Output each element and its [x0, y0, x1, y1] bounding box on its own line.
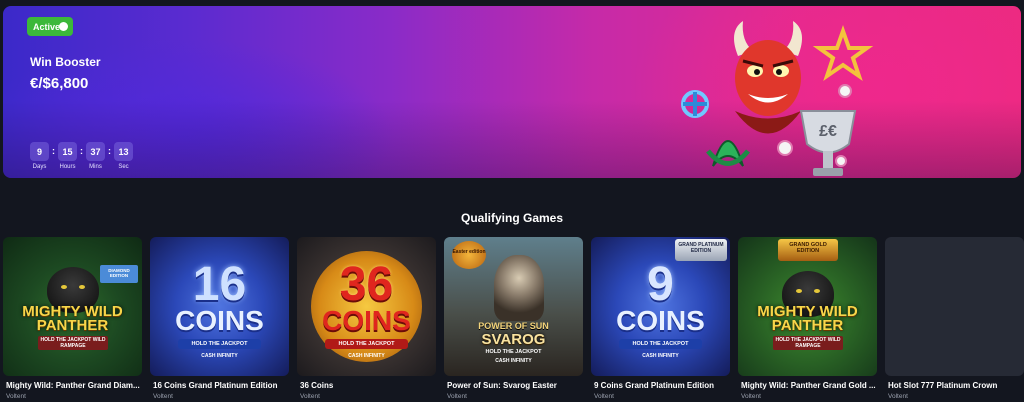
game-thumbnail[interactable]: 16 COINS HOLD THE JACKPOT CASH INFINITY	[150, 237, 289, 376]
star-icon	[812, 24, 874, 82]
edition-tag: DIAMOND EDITION	[100, 265, 138, 283]
game-provider: Voltent	[153, 393, 173, 400]
countdown-label: Sec	[118, 164, 129, 170]
countdown-separator: :	[108, 146, 111, 156]
countdown-hours: 15 Hours	[58, 142, 77, 170]
knot-icon	[706, 140, 750, 167]
medal-icon	[835, 155, 847, 167]
game-provider: Voltent	[888, 393, 908, 400]
qualifying-games-list: DIAMOND EDITION MIGHTY WILD PANTHER HOLD…	[3, 237, 1024, 400]
game-title[interactable]: 36 Coins	[297, 381, 436, 390]
game-logo-sub: HOLD THE JACKPOT	[619, 339, 702, 349]
game-logo-word: COINS	[322, 305, 411, 336]
countdown-separator: :	[52, 146, 55, 156]
countdown-label: Days	[32, 164, 47, 170]
edition-tag: GRAND PLATINUM EDITION	[675, 239, 727, 261]
promo-amount: €/$6,800	[30, 75, 89, 92]
game-logo-sub: CASH INFINITY	[495, 358, 532, 364]
game-logo-sub: HOLD THE JACKPOT WILD RAMPAGE	[38, 336, 108, 350]
countdown-mins: 37 Mins	[86, 142, 105, 170]
section-title: Qualifying Games	[460, 211, 564, 225]
game-title[interactable]: 9 Coins Grand Platinum Edition	[591, 381, 730, 390]
status-label: Active	[33, 21, 61, 32]
game-logo: MIGHTY WILD PANTHER	[738, 304, 877, 334]
game-thumbnail[interactable]: GRAND GOLD EDITION MIGHTY WILD PANTHER H…	[738, 237, 877, 376]
countdown-value: 13	[114, 142, 133, 161]
game-logo-word: SVAROG	[481, 331, 546, 348]
game-card[interactable]: Easter edition POWER OF SUN SVAROG HOLD …	[444, 237, 583, 400]
status-badge: Active	[27, 17, 73, 36]
game-provider: Voltent	[741, 393, 761, 400]
game-title[interactable]: Mighty Wild: Panther Grand Diam...	[3, 381, 142, 390]
logo-line: PANTHER	[36, 317, 109, 334]
game-logo-number: 9	[647, 258, 674, 311]
game-card[interactable]: DIAMOND EDITION MIGHTY WILD PANTHER HOLD…	[3, 237, 142, 400]
countdown-timer: 9 Days : 15 Hours : 37 Mins : 13 Sec	[30, 142, 133, 170]
countdown-separator: :	[80, 146, 83, 156]
countdown-label: Mins	[89, 164, 102, 170]
svg-text:£€: £€	[819, 123, 837, 140]
game-logo-word: COINS	[616, 305, 705, 336]
game-provider: Voltent	[447, 393, 467, 400]
game-thumbnail-placeholder[interactable]	[885, 237, 1024, 376]
game-title[interactable]: Hot Slot 777 Platinum Crown	[885, 381, 1024, 390]
trophy-icon: £€	[799, 110, 857, 176]
countdown-days: 9 Days	[30, 142, 49, 170]
game-logo-sub: HOLD THE JACKPOT	[325, 339, 408, 349]
medal-icon	[777, 140, 793, 156]
game-logo-number: 36	[339, 258, 394, 311]
game-provider: Voltent	[6, 393, 26, 400]
game-title[interactable]: Mighty Wild: Panther Grand Gold ...	[738, 381, 877, 390]
gem-icon	[681, 90, 709, 118]
game-logo-top: POWER OF SUN	[478, 321, 549, 331]
game-logo-sub: HOLD THE JACKPOT	[178, 339, 261, 349]
game-thumbnail[interactable]: 36 COINS HOLD THE JACKPOT CASH INFINITY	[297, 237, 436, 376]
edition-tag: Easter edition	[452, 241, 486, 269]
game-logo-sub: CASH INFINITY	[642, 353, 679, 359]
countdown-value: 37	[86, 142, 105, 161]
game-logo: MIGHTY WILD PANTHER	[3, 304, 142, 334]
game-card[interactable]: GRAND GOLD EDITION MIGHTY WILD PANTHER H…	[738, 237, 877, 400]
countdown-secs: 13 Sec	[114, 142, 133, 170]
countdown-value: 15	[58, 142, 77, 161]
countdown-value: 9	[30, 142, 49, 161]
game-thumbnail[interactable]: Easter edition POWER OF SUN SVAROG HOLD …	[444, 237, 583, 376]
warrior-icon	[494, 255, 544, 321]
promo-banner[interactable]: Active Win Booster €/$6,800 9 Days : 15 …	[3, 6, 1021, 178]
game-logo-sub: CASH INFINITY	[201, 353, 238, 359]
game-logo-sub: HOLD THE JACKPOT	[485, 349, 542, 355]
game-thumbnail[interactable]: GRAND PLATINUM EDITION 9 COINS HOLD THE …	[591, 237, 730, 376]
game-card[interactable]: 36 COINS HOLD THE JACKPOT CASH INFINITY …	[297, 237, 436, 400]
game-card[interactable]: 16 COINS HOLD THE JACKPOT CASH INFINITY …	[150, 237, 289, 400]
game-card[interactable]: Hot Slot 777 Platinum Crown Voltent	[885, 237, 1024, 400]
edition-tag: GRAND GOLD EDITION	[778, 239, 838, 261]
game-logo-number: 16	[192, 258, 247, 311]
toggle-dot-icon	[59, 22, 68, 31]
game-thumbnail[interactable]: DIAMOND EDITION MIGHTY WILD PANTHER HOLD…	[3, 237, 142, 376]
game-provider: Voltent	[594, 393, 614, 400]
countdown-label: Hours	[59, 164, 76, 170]
game-title[interactable]: 16 Coins Grand Platinum Edition	[150, 381, 289, 390]
game-provider: Voltent	[300, 393, 320, 400]
game-logo-sub: CASH INFINITY	[348, 353, 385, 359]
game-card[interactable]: GRAND PLATINUM EDITION 9 COINS HOLD THE …	[591, 237, 730, 400]
game-logo-sub: HOLD THE JACKPOT WILD RAMPAGE	[773, 336, 843, 350]
devil-icon	[734, 21, 802, 134]
game-logo-word: COINS	[175, 305, 264, 336]
logo-line: PANTHER	[771, 317, 844, 334]
medal-icon	[838, 84, 852, 98]
devil-trophy-illustration: £€	[681, 21, 874, 176]
promo-title: Win Booster	[30, 55, 101, 69]
game-title[interactable]: Power of Sun: Svarog Easter	[444, 381, 583, 390]
